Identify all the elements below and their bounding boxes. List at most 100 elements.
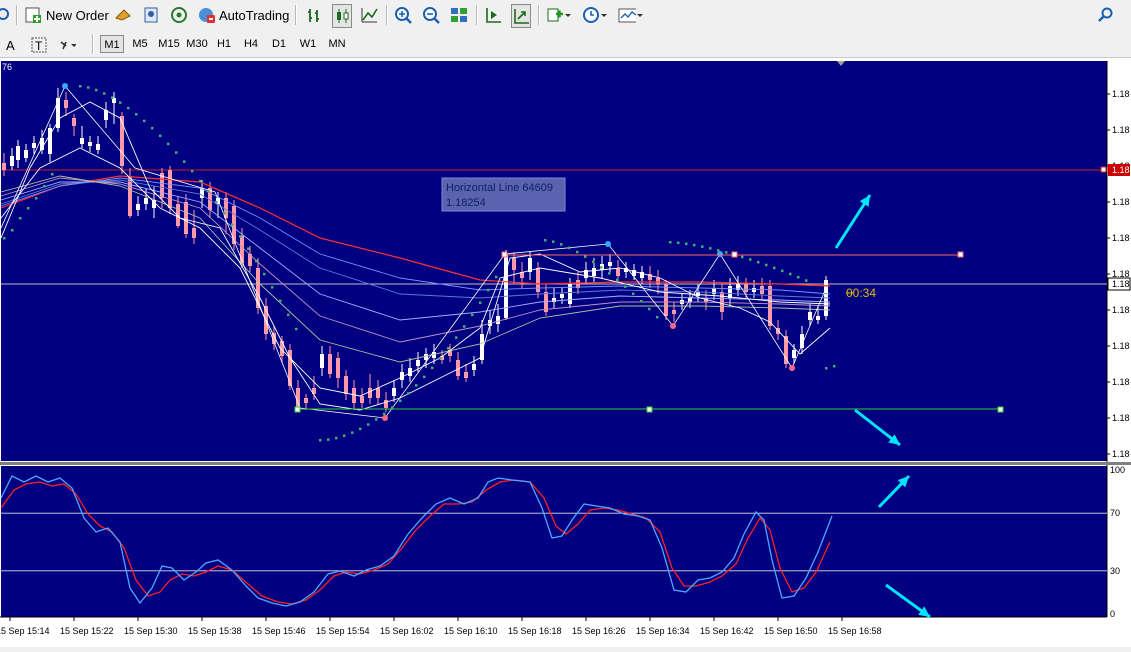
terminal-button[interactable] (142, 4, 160, 26)
line-handle[interactable] (294, 406, 301, 413)
timeframe-h4[interactable]: H4 (240, 35, 262, 53)
candle[interactable] (192, 228, 196, 238)
candle[interactable] (744, 284, 748, 292)
price-chart: 1.18 1.18 1.18 1.18 1.18 1.18 1.18 1.18 1.18 1.18… (0, 61, 1131, 647)
candle[interactable] (72, 118, 76, 126)
candle[interactable] (616, 268, 620, 276)
candle[interactable] (376, 388, 380, 398)
tile-windows-button[interactable] (450, 4, 468, 26)
main-toolbar: New Order AutoTrading (0, 0, 1131, 32)
sar-dot (175, 151, 178, 154)
timeframe-mn[interactable]: MN (324, 35, 350, 53)
candle[interactable] (136, 204, 140, 210)
timeframe-d1[interactable]: D1 (268, 35, 290, 53)
stochastic-pane[interactable] (1, 466, 1107, 617)
candle[interactable] (392, 388, 396, 396)
candle[interactable] (728, 286, 732, 298)
line-handle[interactable] (731, 251, 738, 258)
candle[interactable] (24, 150, 28, 158)
line-handle[interactable] (501, 251, 508, 258)
candle[interactable] (184, 202, 188, 234)
candle[interactable] (464, 372, 468, 378)
candle[interactable] (424, 354, 428, 360)
metaeditor-button[interactable] (114, 4, 132, 26)
sar-dot (640, 300, 643, 303)
main-chart-pane[interactable] (1, 61, 1107, 461)
candle[interactable] (360, 396, 364, 403)
candle[interactable] (344, 376, 348, 394)
candle[interactable] (752, 288, 756, 292)
candle[interactable] (664, 284, 668, 316)
sar-dot (159, 134, 162, 138)
candle[interactable] (88, 142, 92, 146)
candle[interactable] (592, 268, 596, 276)
line-handle[interactable] (1100, 166, 1107, 173)
candle[interactable] (656, 278, 660, 284)
candle[interactable] (368, 388, 372, 398)
candle[interactable] (296, 388, 300, 408)
signals-button[interactable] (170, 4, 188, 26)
candle[interactable] (504, 254, 508, 318)
candle-countdown: 00:34 (846, 286, 876, 300)
help-search-button[interactable] (1097, 4, 1115, 26)
text-tool-button[interactable]: A (6, 34, 18, 56)
timeframe-m15[interactable]: M15 (156, 35, 182, 53)
timeframe-m30[interactable]: M30 (184, 35, 210, 53)
auto-scroll-button[interactable] (511, 4, 531, 28)
candle[interactable] (64, 100, 68, 108)
line-chart-button[interactable] (360, 4, 378, 26)
candle[interactable] (608, 262, 612, 266)
candle[interactable] (816, 316, 820, 320)
timeframe-m1[interactable]: M1 (100, 35, 124, 53)
line-handle[interactable] (997, 406, 1004, 413)
candle[interactable] (2, 163, 6, 170)
text-label-tool-button[interactable]: T (30, 34, 48, 56)
templates-button[interactable] (618, 4, 644, 26)
sar-dot (709, 247, 712, 250)
candle[interactable] (328, 354, 332, 374)
candle[interactable] (808, 312, 812, 320)
zoom-out-button[interactable] (422, 4, 440, 26)
autotrading-button[interactable]: AutoTrading (198, 4, 289, 26)
periods-button[interactable] (582, 4, 608, 26)
bar-chart-button[interactable] (305, 4, 323, 26)
candle[interactable] (240, 236, 244, 263)
candle[interactable] (792, 350, 796, 358)
candle[interactable] (720, 292, 724, 312)
candle[interactable] (384, 400, 388, 408)
candle[interactable] (10, 156, 14, 166)
sar-dot (95, 88, 98, 92)
candle[interactable] (672, 310, 676, 314)
line-handle[interactable] (957, 251, 964, 258)
candle[interactable] (80, 138, 84, 144)
candle[interactable] (304, 398, 308, 403)
candle[interactable] (496, 316, 500, 324)
timeframe-w1[interactable]: W1 (296, 35, 320, 53)
arrow-objects-button[interactable] (58, 34, 76, 56)
zoom-in-button[interactable] (394, 4, 412, 26)
candle[interactable] (416, 360, 420, 366)
indicators-button[interactable] (546, 4, 572, 26)
candle[interactable] (560, 294, 564, 298)
candle[interactable] (512, 258, 516, 270)
candlestick-button[interactable] (332, 4, 352, 28)
candle[interactable] (472, 364, 476, 370)
sar-dot (584, 255, 587, 258)
chart-shift-icon (486, 8, 501, 23)
timeframe-m5[interactable]: M5 (128, 35, 152, 53)
sar-dot (415, 384, 418, 387)
new-order-button[interactable]: New Order (24, 4, 109, 26)
zoom-in-icon (395, 7, 412, 24)
timeframe-h1[interactable]: H1 (213, 35, 235, 53)
candle[interactable] (144, 198, 148, 204)
sar-dot (255, 259, 258, 263)
candle[interactable] (320, 354, 324, 368)
candle[interactable] (336, 358, 340, 378)
candle[interactable] (768, 286, 772, 326)
chart-shift-button[interactable] (484, 4, 502, 26)
candle[interactable] (16, 146, 20, 160)
sar-dot (383, 412, 386, 416)
candle[interactable] (96, 144, 100, 150)
line-handle[interactable] (646, 406, 653, 413)
candle[interactable] (32, 143, 36, 148)
